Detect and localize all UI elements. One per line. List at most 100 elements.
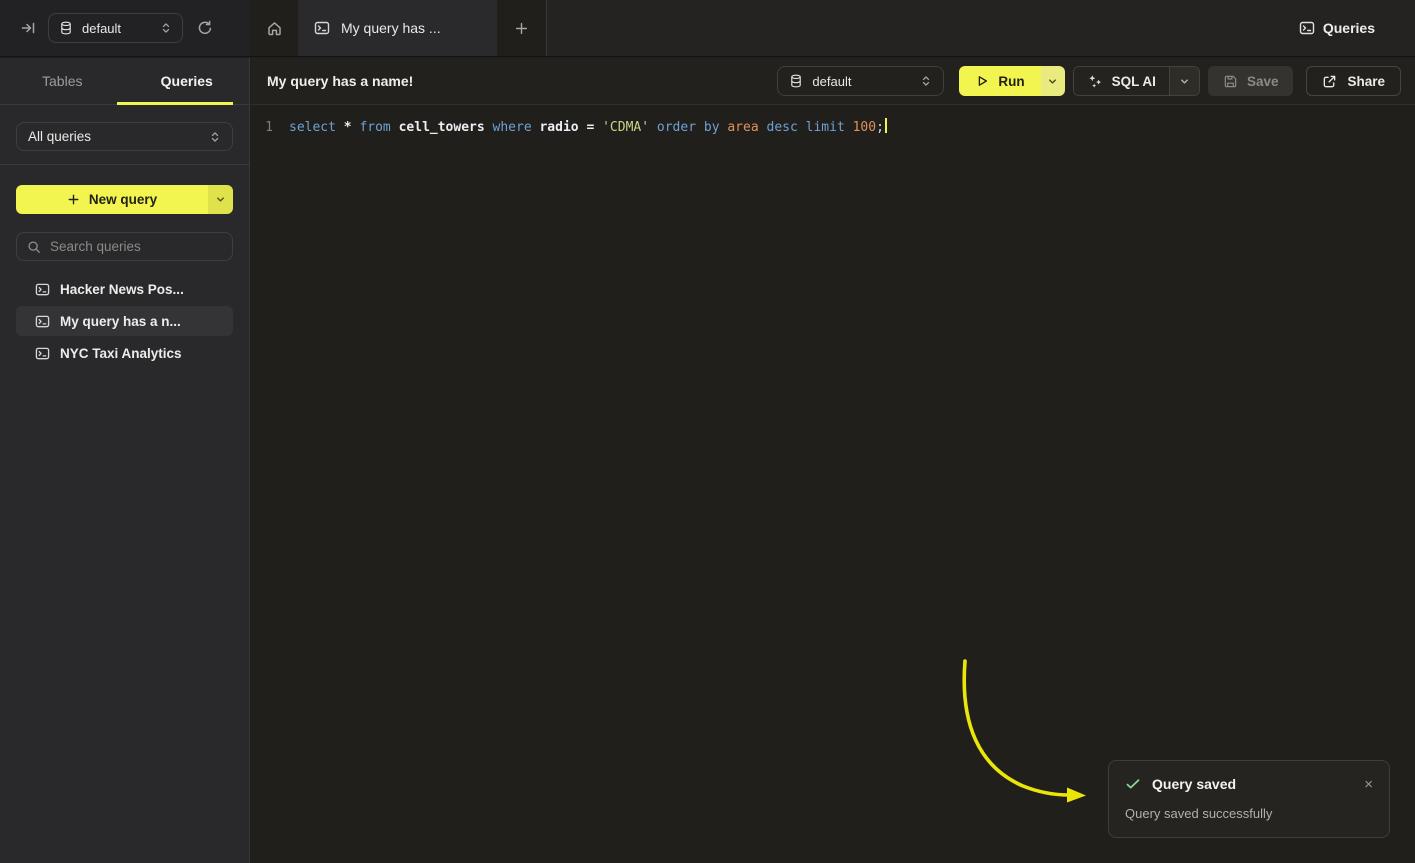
toast-message: Query saved successfully [1125,806,1373,821]
code-content: select * from cell_towers where radio = … [289,118,887,138]
sql-ai-label: SQL AI [1112,74,1156,89]
new-query-main[interactable]: New query [16,185,208,214]
refresh-button[interactable] [197,20,213,36]
database-selector[interactable]: default [777,66,944,96]
home-button[interactable] [250,0,298,56]
topbar-right-section: Queries [547,0,1415,56]
sidebar-collapse-button[interactable] [20,20,36,36]
plus-icon [67,193,80,206]
sidebar-body: All queries New query [0,105,249,368]
sql-editor[interactable]: 1 select * from cell_towers where radio … [251,118,1415,138]
line-number: 1 [251,118,273,138]
query-item-label: My query has a n... [60,314,181,329]
home-icon [266,20,283,37]
sidebar-tabs: Tables Queries [0,58,249,105]
code-token: 'CDMA' [602,120,657,135]
code-token: by [704,120,727,135]
check-icon [1125,776,1141,792]
code-token: from [359,120,398,135]
toast-close-button[interactable]: × [1364,777,1373,792]
queries-indicator[interactable]: Queries [1299,20,1375,36]
new-tab-button[interactable] [497,0,547,56]
save-button-label: Save [1247,74,1279,89]
query-toolbar: default Run [777,66,1401,96]
code-token: ; [876,120,884,135]
updown-icon [209,131,221,143]
sidebar: Tables Queries All queries New query [0,58,250,863]
code-token: select [289,120,344,135]
sql-ai-dropdown[interactable] [1169,67,1199,95]
sql-ai-button[interactable]: SQL AI [1074,67,1169,95]
code-token: = [586,120,602,135]
terminal-icon [35,346,50,361]
terminal-icon [1299,20,1315,36]
toast-header: Query saved × [1125,776,1373,792]
updown-icon [160,22,172,34]
page-title: My query has a name! [267,73,413,89]
updown-icon [920,75,932,87]
new-query-button[interactable]: New query [16,185,233,214]
query-list-item[interactable]: My query has a n... [16,306,233,336]
topbar-sidebar-section: default [0,0,250,56]
terminal-icon [35,282,50,297]
code-token: limit [806,120,853,135]
query-filter-select[interactable]: All queries [16,122,233,151]
toast-title: Query saved [1152,776,1236,792]
new-query-dropdown[interactable] [208,185,233,214]
database-icon [789,74,803,88]
terminal-icon [314,20,330,36]
chevron-down-icon [215,194,226,205]
code-token: cell_towers [399,120,493,135]
terminal-icon [35,314,50,329]
search-queries-input[interactable] [50,239,222,254]
refresh-icon [197,20,213,36]
query-item-label: NYC Taxi Analytics [60,346,182,361]
sparkles-icon [1087,73,1103,89]
run-button-label: Run [998,74,1024,89]
active-tab-underline [117,102,233,105]
top-bar: default My query has ... [0,0,1415,57]
run-button-group: Run [959,66,1064,96]
share-icon [1322,74,1337,89]
sql-ai-button-group: SQL AI [1073,66,1200,96]
tab-tables[interactable]: Tables [0,58,125,104]
editor-cursor [885,118,887,133]
code-token: area [727,120,766,135]
save-icon [1223,74,1238,89]
query-tab-label: My query has ... [341,20,441,36]
query-list: Hacker News Pos... My query has a n... NYC… [16,274,233,368]
toast-query-saved: Query saved × Query saved successfully [1108,760,1390,838]
code-token: radio [539,120,586,135]
save-button[interactable]: Save [1208,66,1294,96]
query-tab[interactable]: My query has ... [298,0,497,56]
code-token: where [493,120,540,135]
run-options-dropdown[interactable] [1041,66,1065,96]
database-selector-value: default [812,74,851,89]
share-button-label: Share [1347,74,1385,89]
chevron-down-icon [1047,76,1058,87]
query-list-item[interactable]: NYC Taxi Analytics [16,338,233,368]
tab-queries[interactable]: Queries [125,58,250,104]
search-queries-box [16,232,233,261]
chevron-down-icon [1179,76,1190,87]
code-token: 100 [853,120,876,135]
database-icon [59,21,73,35]
main-panel: My query has a name! default Run [251,58,1415,863]
share-button[interactable]: Share [1306,66,1401,96]
code-line: 1 select * from cell_towers where radio … [251,118,1415,138]
query-filter-value: All queries [28,129,91,144]
queries-indicator-label: Queries [1323,20,1375,36]
sidebar-divider [0,164,249,165]
query-item-label: Hacker News Pos... [60,282,184,297]
main-header: My query has a name! default Run [251,58,1415,105]
run-button[interactable]: Run [959,66,1040,96]
code-token: order [657,120,704,135]
search-icon [27,240,41,254]
query-list-item[interactable]: Hacker News Pos... [16,274,233,304]
service-selector-value: default [82,21,121,36]
sidebar-expand-icon [20,20,36,36]
code-token: desc [767,120,806,135]
service-selector[interactable]: default [48,13,183,43]
code-token: * [344,120,360,135]
plus-icon [514,21,529,36]
